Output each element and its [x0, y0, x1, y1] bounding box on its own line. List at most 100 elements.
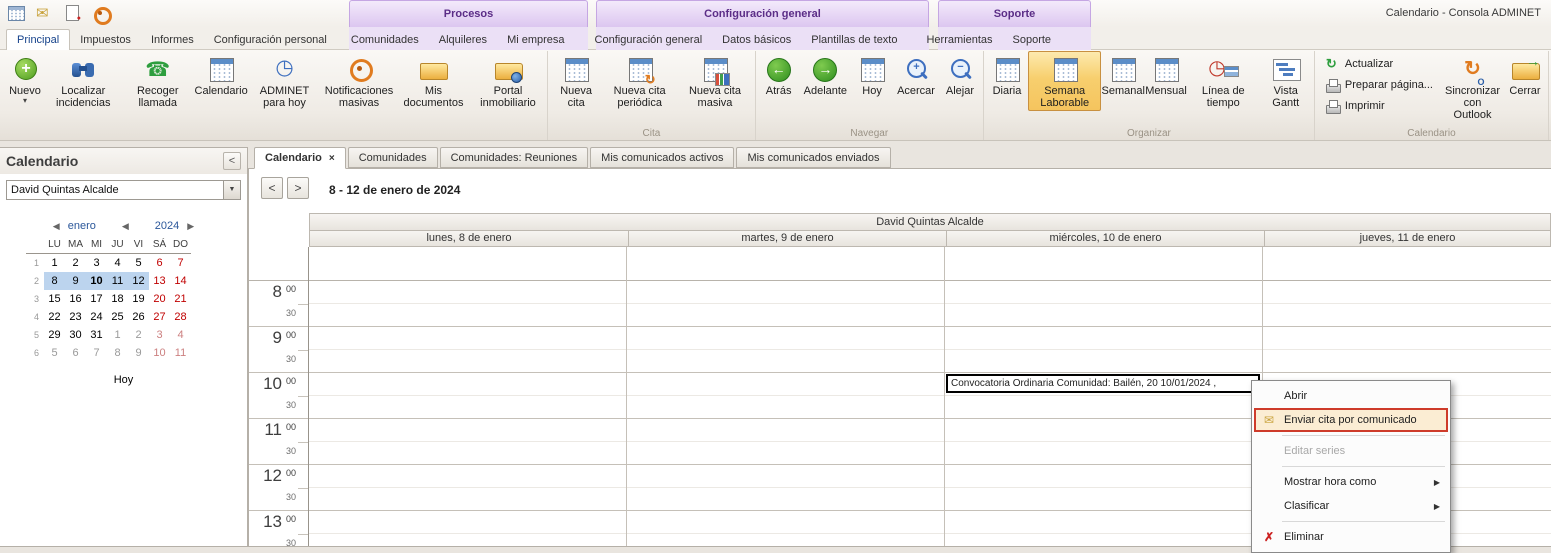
- ribbon-tab-alquileres[interactable]: Alquileres: [429, 30, 497, 50]
- menu-item-clasificar[interactable]: Clasificar▶: [1254, 494, 1448, 518]
- mc-date[interactable]: 10: [86, 272, 107, 290]
- ribbon-tab-configuracion-personal[interactable]: Configuración personal: [204, 30, 337, 50]
- time-slot-10[interactable]: [627, 373, 944, 419]
- diaria-button[interactable]: Diaria: [986, 51, 1028, 99]
- time-slot-9[interactable]: [627, 327, 944, 373]
- mail-icon[interactable]: [34, 3, 54, 23]
- hoy-button[interactable]: Hoy: [851, 51, 893, 99]
- allday-cell[interactable]: [309, 247, 626, 281]
- notificaciones-masivas-button[interactable]: Notificaciones masivas: [322, 51, 397, 111]
- report-icon[interactable]: [62, 3, 82, 23]
- mc-date[interactable]: 18: [107, 290, 128, 308]
- time-slot-9[interactable]: [1263, 327, 1551, 373]
- ribbon-tab-mi-empresa[interactable]: Mi empresa: [497, 30, 574, 50]
- mc-date[interactable]: 9: [128, 344, 149, 362]
- mc-date[interactable]: 4: [107, 254, 128, 272]
- mc-date[interactable]: 30: [65, 326, 86, 344]
- owner-dropdown[interactable]: David Quintas Alcalde ▼: [6, 180, 241, 200]
- mc-date[interactable]: 7: [86, 344, 107, 362]
- prev-week-button[interactable]: <: [261, 177, 283, 199]
- today-button[interactable]: Hoy: [0, 374, 247, 386]
- cerrar-button[interactable]: Cerrar: [1504, 51, 1546, 99]
- mc-date[interactable]: 22: [44, 308, 65, 326]
- doc-tab-calendario[interactable]: Calendario×: [254, 147, 346, 169]
- mc-date[interactable]: 7: [170, 254, 191, 272]
- chevron-down-icon[interactable]: ▼: [223, 181, 240, 199]
- mc-date[interactable]: 1: [107, 326, 128, 344]
- time-slot-11[interactable]: [309, 419, 626, 465]
- doc-tab-mis-comunicados-activos[interactable]: Mis comunicados activos: [590, 147, 734, 168]
- allday-cell[interactable]: [627, 247, 944, 281]
- time-slot-13[interactable]: [945, 511, 1262, 546]
- ribbon-tab-datos-basicos[interactable]: Datos básicos: [712, 30, 801, 50]
- next-year-arrow-icon[interactable]: ▶: [179, 221, 202, 232]
- acercar-button[interactable]: Acercar: [893, 51, 939, 99]
- ribbon-tab-configuracion-general[interactable]: Configuración general: [585, 30, 713, 50]
- time-slot-11[interactable]: [627, 419, 944, 465]
- ribbon-tab-plantillas-de-texto[interactable]: Plantillas de texto: [801, 30, 907, 50]
- menu-item-enviar-cita-por-comunicado[interactable]: ✉Enviar cita por comunicado: [1254, 408, 1448, 432]
- time-slot-12[interactable]: [945, 465, 1262, 511]
- mc-date[interactable]: 23: [65, 308, 86, 326]
- mc-date[interactable]: 8: [107, 344, 128, 362]
- mc-date[interactable]: 13: [149, 272, 170, 290]
- close-tab-icon[interactable]: ×: [329, 153, 335, 164]
- mc-date[interactable]: 3: [149, 326, 170, 344]
- doc-tab-comunidades-reuniones[interactable]: Comunidades: Reuniones: [440, 147, 589, 168]
- semana-laborable-button[interactable]: Semana Laborable: [1028, 51, 1101, 111]
- prev-month-arrow-icon[interactable]: ◀: [45, 221, 68, 232]
- time-slot-8[interactable]: [1263, 281, 1551, 327]
- portal-inmobiliario-button[interactable]: Portal inmobiliario: [471, 51, 546, 111]
- mc-date[interactable]: 17: [86, 290, 107, 308]
- doc-tab-comunidades[interactable]: Comunidades: [348, 147, 438, 168]
- appointment[interactable]: Convocatoria Ordinaria Comunidad: Bailén…: [946, 374, 1260, 393]
- vista-gantt-button[interactable]: Vista Gantt: [1260, 51, 1312, 111]
- mc-date[interactable]: 3: [86, 254, 107, 272]
- nuevo-button[interactable]: Nuevo▾: [4, 51, 46, 106]
- ribbon-tab-comunidades[interactable]: Comunidades: [341, 30, 429, 50]
- ribbon-tab-impuestos[interactable]: Impuestos: [70, 30, 141, 50]
- time-slot-11[interactable]: [945, 419, 1262, 465]
- time-slot-12[interactable]: [627, 465, 944, 511]
- time-slot-10[interactable]: [309, 373, 626, 419]
- next-week-button[interactable]: >: [287, 177, 309, 199]
- prev-year-arrow-icon[interactable]: ◀: [114, 221, 137, 232]
- linea-de-tiempo-button[interactable]: Línea de tiempo: [1187, 51, 1260, 111]
- preparar-pagina-button[interactable]: Preparar página...: [1321, 76, 1437, 94]
- mc-date[interactable]: 25: [107, 308, 128, 326]
- table-icon[interactable]: [6, 3, 26, 23]
- mc-date[interactable]: 21: [170, 290, 191, 308]
- ribbon-tab-soporte[interactable]: Soporte: [1003, 30, 1062, 50]
- sincronizar-con-outlook-button[interactable]: Sincronizar con Outlook: [1441, 51, 1504, 123]
- mc-date[interactable]: 29: [44, 326, 65, 344]
- mc-date[interactable]: 1: [44, 254, 65, 272]
- menu-item-eliminar[interactable]: ✗Eliminar: [1254, 525, 1448, 549]
- alejar-button[interactable]: Alejar: [939, 51, 981, 99]
- mc-date[interactable]: 10: [149, 344, 170, 362]
- ribbon-tab-principal[interactable]: Principal: [6, 29, 70, 51]
- mc-date[interactable]: 2: [128, 326, 149, 344]
- actualizar-button[interactable]: Actualizar: [1321, 55, 1437, 73]
- mc-date[interactable]: 26: [128, 308, 149, 326]
- mc-date[interactable]: 2: [65, 254, 86, 272]
- ribbon-tab-informes[interactable]: Informes: [141, 30, 204, 50]
- localizar-incidencias-button[interactable]: Localizar incidencias: [46, 51, 121, 111]
- mc-date[interactable]: 20: [149, 290, 170, 308]
- mc-date[interactable]: 6: [149, 254, 170, 272]
- time-slot-13[interactable]: [309, 511, 626, 546]
- mc-date[interactable]: 27: [149, 308, 170, 326]
- nueva-cita-periodica-button[interactable]: Nueva cita periódica: [602, 51, 677, 111]
- imprimir-button[interactable]: Imprimir: [1321, 97, 1437, 115]
- mc-date[interactable]: 19: [128, 290, 149, 308]
- time-slot-8[interactable]: [627, 281, 944, 327]
- mc-date[interactable]: 5: [128, 254, 149, 272]
- broadcast-icon[interactable]: [90, 3, 110, 23]
- mc-date[interactable]: 12: [128, 272, 149, 290]
- time-slot-12[interactable]: [309, 465, 626, 511]
- atras-button[interactable]: Atrás: [758, 51, 800, 99]
- time-slot-8[interactable]: [309, 281, 626, 327]
- sidebar-collapse-button[interactable]: <: [223, 152, 241, 170]
- mc-date[interactable]: 14: [170, 272, 191, 290]
- mc-date[interactable]: 24: [86, 308, 107, 326]
- allday-cell[interactable]: [1263, 247, 1551, 281]
